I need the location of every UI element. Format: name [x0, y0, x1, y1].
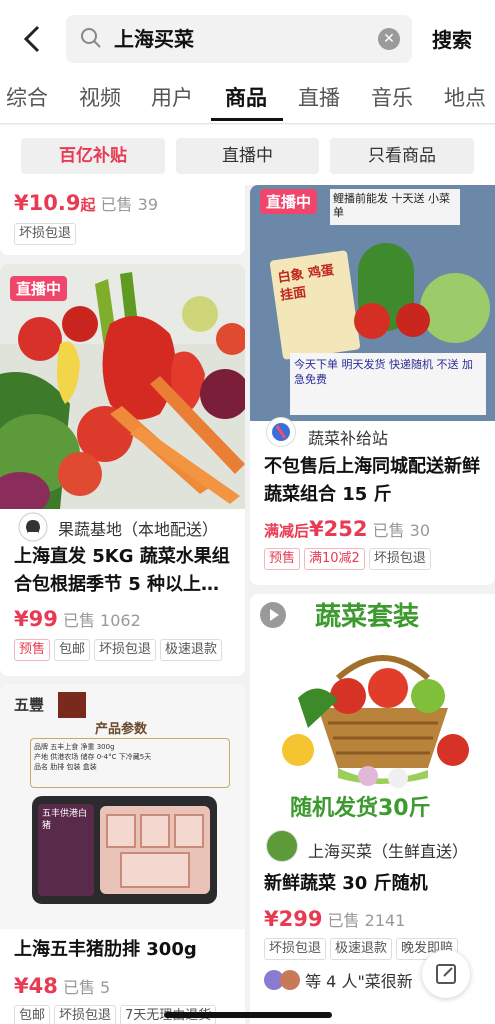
store-name[interactable]: 果蔬基地（本地配送）: [58, 516, 218, 540]
tag: 预售: [14, 639, 51, 661]
sold-count: 已售 5: [62, 978, 111, 997]
search-input[interactable]: 上海买菜: [114, 25, 194, 53]
active-tab-indicator: [211, 118, 283, 121]
play-icon[interactable]: [260, 602, 286, 628]
filter-live[interactable]: 直播中: [176, 138, 319, 174]
tab-products[interactable]: 商品: [225, 84, 267, 112]
search-icon: [81, 28, 101, 48]
product-card-fruit[interactable]: 直播中 果蔬基地（本地配送） 上海直发 5KG 蔬菜水果组合包根据季节 5 种以…: [0, 264, 245, 676]
search-button[interactable]: 搜索: [432, 24, 472, 53]
top-bar: 上海买菜 ✕ 搜索: [0, 0, 495, 78]
price: ¥299: [264, 907, 323, 931]
store-avatar: [266, 417, 296, 447]
tag: 预售: [264, 548, 301, 570]
vegetable-basket: [282, 655, 469, 788]
back-icon[interactable]: [18, 22, 48, 56]
store-avatar: [266, 830, 298, 862]
tab-music[interactable]: 音乐: [371, 84, 413, 112]
edit-icon: [436, 964, 456, 984]
product-card-top[interactable]: ¥10.9起 已售 39 坏损包退: [0, 185, 245, 255]
search-box[interactable]: 上海买菜 ✕: [66, 15, 412, 63]
product-card-pork[interactable]: 五豐 产品参数 品牌 五丰上食 净重 300g 产地 供港农场 储存 0-4°C…: [0, 684, 245, 1024]
product-card-veg-live[interactable]: 鲤播前能发 十天送 小菜单 白象 鸡蛋挂面 今天下单 明天发货 快递随机 不送 …: [250, 185, 495, 585]
product-title: 上海直发 5KG 蔬菜水果组合包根据季节 5 种以上…: [14, 546, 230, 595]
tab-live[interactable]: 直播: [298, 84, 340, 112]
sold-count: 已售 39: [100, 195, 158, 214]
tomato: [396, 303, 430, 337]
param-table: 品牌 五丰上食 净重 300g 产地 供港农场 储存 0-4°C 下冷藏5天 品…: [30, 738, 230, 788]
filter-subsidy[interactable]: 百亿补贴: [21, 138, 165, 174]
social-text: 等 4 人"菜很新: [305, 972, 413, 991]
banner-bottom: 随机发货30斤: [290, 796, 431, 821]
product-title: 上海五丰猪肋排 300g: [14, 939, 197, 960]
avatar: [280, 970, 300, 990]
price: ¥252: [309, 517, 368, 541]
product-image: 蔬菜套装 随机发货30斤: [250, 594, 495, 830]
brand-seal: [58, 692, 86, 718]
price: ¥99: [14, 607, 58, 631]
clear-icon[interactable]: ✕: [378, 28, 400, 50]
product-image: 直播中: [0, 264, 245, 509]
tag: 极速退款: [330, 938, 393, 960]
product-title: 新鲜蔬菜 30 斤随机: [264, 873, 428, 894]
tab-video[interactable]: 视频: [79, 84, 121, 112]
tomato: [354, 303, 390, 339]
handwritten-note: 今天下单 明天发货 快递随机 不送 加急免费: [290, 353, 486, 415]
tag: 坏损包退: [54, 1005, 117, 1024]
noodle-pack: 白象 鸡蛋挂面: [269, 250, 361, 360]
product-image: 五豐 产品参数 品牌 五丰上食 净重 300g 产地 供港农场 储存 0-4°C…: [0, 684, 245, 929]
meat-package: 五丰供港白猪: [32, 796, 217, 904]
price-prefix: 满减后: [264, 522, 310, 540]
live-badge: 直播中: [10, 276, 68, 301]
social-proof: 等 4 人"菜很新: [264, 968, 413, 992]
tag: 极速退款: [160, 639, 223, 661]
edit-fab[interactable]: [422, 950, 470, 998]
tag: 坏损包退: [14, 223, 77, 245]
handwritten-sign: 鲤播前能发 十天送 小菜单: [330, 189, 460, 225]
tab-user[interactable]: 用户: [151, 84, 193, 112]
tab-places[interactable]: 地点: [444, 84, 486, 112]
tab-overall[interactable]: 综合: [6, 84, 48, 112]
product-image: 鲤播前能发 十天送 小菜单 白象 鸡蛋挂面 今天下单 明天发货 快递随机 不送 …: [250, 185, 495, 421]
price-suffix: 起: [80, 196, 96, 214]
image-heading: 产品参数: [95, 722, 148, 737]
store-name[interactable]: 上海买菜（生鲜直送）: [308, 838, 468, 862]
banner-top: 蔬菜套装: [315, 602, 420, 632]
sold-count: 已售 1062: [62, 611, 141, 630]
tag: 坏损包退: [94, 639, 157, 661]
product-title: 不包售后上海同城配送新鲜蔬菜组合 15 斤: [264, 456, 480, 505]
price: ¥10.9: [14, 191, 81, 215]
home-indicator: [164, 1012, 332, 1018]
tag: 包邮: [14, 1005, 51, 1024]
filter-products-only[interactable]: 只看商品: [330, 138, 474, 174]
live-badge: 直播中: [260, 189, 318, 214]
tag: 满10减2: [304, 548, 365, 570]
filter-bar: 百亿补贴 直播中 只看商品: [0, 125, 495, 185]
tag: 包邮: [54, 639, 91, 661]
tag: 坏损包退: [368, 548, 431, 570]
tag: 坏损包退: [264, 938, 327, 960]
sold-count: 已售 30: [372, 521, 431, 540]
store-avatar: [16, 510, 50, 544]
sold-count: 已售 2141: [327, 911, 406, 930]
brand-logo: 五豐: [14, 696, 45, 714]
category-tabs: 综合 视频 用户 商品 直播 音乐 地点: [0, 78, 495, 124]
store-name[interactable]: 蔬菜补给站: [308, 425, 388, 449]
price: ¥48: [14, 974, 58, 998]
cabbage: [420, 273, 490, 343]
